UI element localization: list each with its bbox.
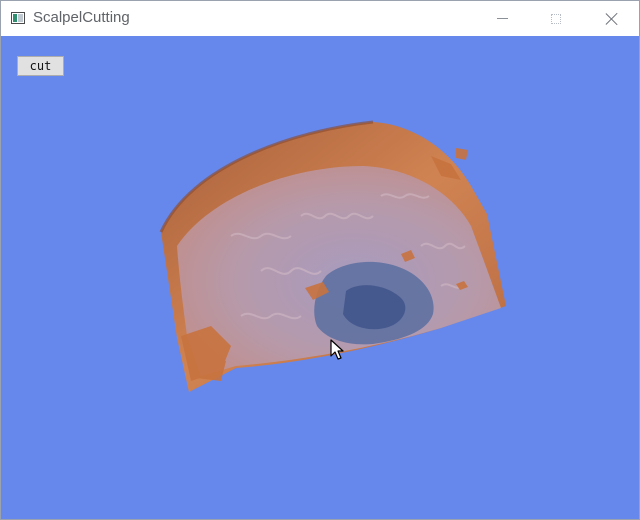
app-icon [11,12,25,24]
window-title: ScalpelCutting [33,9,130,26]
close-icon [605,12,619,26]
minimize-button[interactable] [479,1,525,36]
close-button[interactable] [589,1,635,36]
title-bar[interactable]: ScalpelCutting [1,1,639,36]
maximize-icon [551,13,561,24]
render-viewport[interactable]: cut [1,36,639,519]
mouse-pointer-icon [330,339,344,360]
cut-button[interactable]: cut [17,56,64,76]
app-window: ScalpelCutting cut [0,0,640,520]
maximize-button[interactable] [533,1,579,36]
minimize-icon [496,18,508,19]
head-model-render[interactable] [1,36,639,519]
